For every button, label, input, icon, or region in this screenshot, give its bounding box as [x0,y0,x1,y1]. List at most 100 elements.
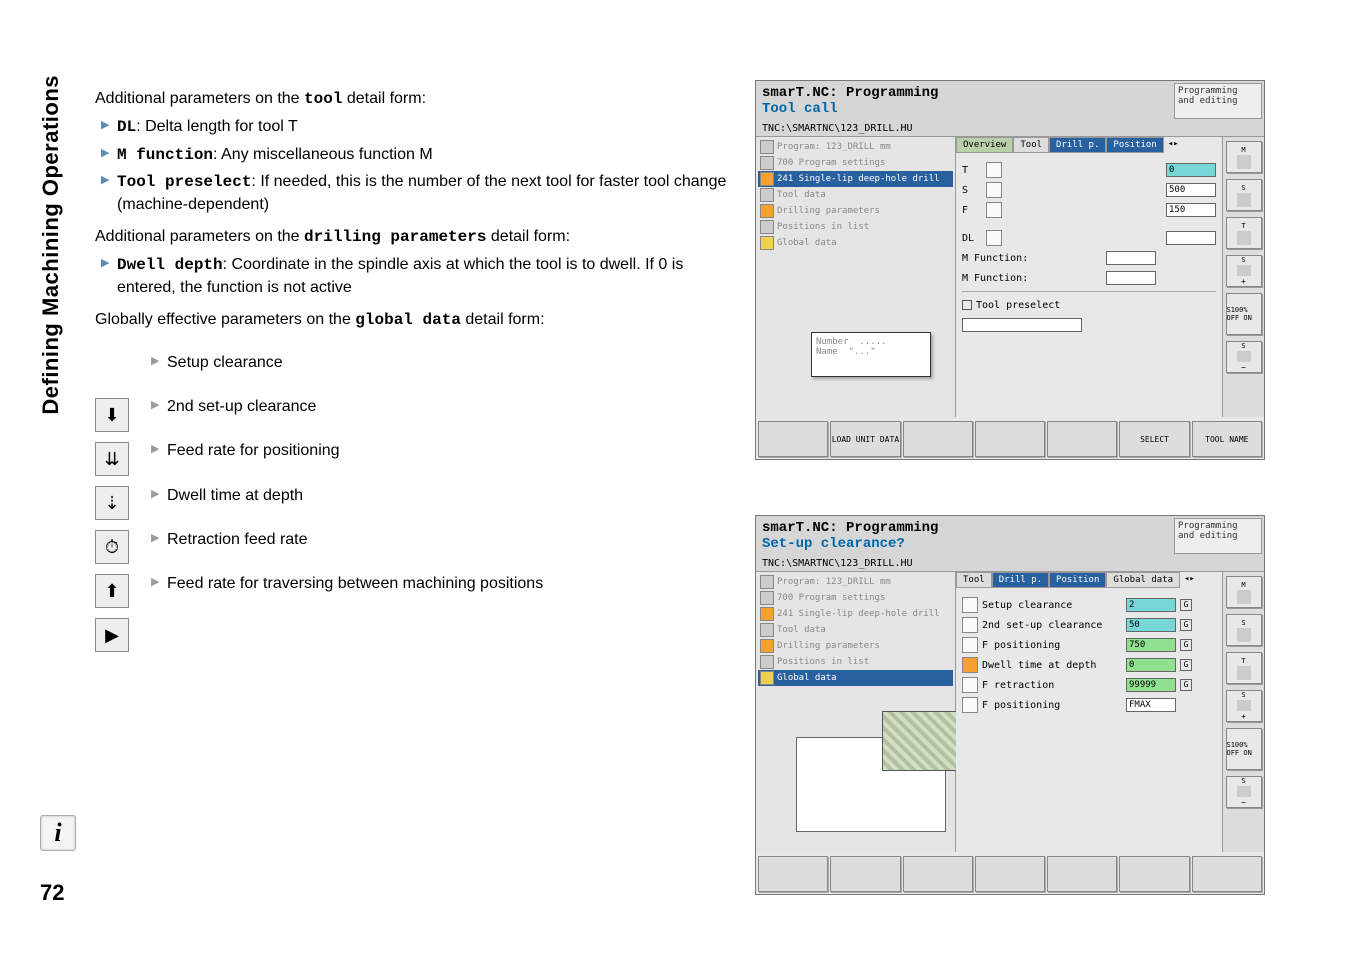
bottom-btn-4[interactable] [975,421,1045,457]
tab-tool[interactable]: Tool [1013,137,1049,153]
shot1-form: Overview Tool Drill p. Position ◂▸ T0 S5… [956,137,1222,417]
side2-t-button[interactable]: T [1226,652,1262,684]
form-row: F retraction 99999 G [962,676,1216,694]
param-label: 2nd set-up clearance [982,620,1122,631]
bottom2-btn-2[interactable] [830,856,900,892]
bottom-btn-1[interactable] [758,421,828,457]
bullet-global-traverse: Feed rate for traversing between machini… [145,573,735,595]
traverse-icon: ▶ [95,618,129,652]
tab-overview[interactable]: Overview [956,137,1013,153]
param-icon [962,657,978,673]
tab2-drillp[interactable]: Drill p. [992,572,1049,588]
form-row: F positioning FMAX [962,696,1216,714]
bottom-btn-load[interactable]: LOAD UNIT DATA [830,421,900,457]
icon-strip: ⬇ ⇊ ⇣ ⏱ ⬆ ▶ [95,398,135,662]
tab2-global[interactable]: Global data [1106,572,1180,588]
bottom-btn-3[interactable] [903,421,973,457]
bottom2-btn-6[interactable] [1119,856,1189,892]
bottom2-btn-4[interactable] [975,856,1045,892]
bottom2-btn-1[interactable] [758,856,828,892]
global-lock-icon[interactable]: G [1180,599,1192,611]
tab-position[interactable]: Position [1106,137,1163,153]
s-input[interactable]: 500 [1166,183,1216,197]
preselect-input[interactable] [962,318,1082,332]
bullet-global-retract: Retraction feed rate [145,529,735,551]
side-s100-button[interactable]: S100% OFF ON [1226,293,1262,335]
mfunc1-input[interactable] [1106,251,1156,265]
t-input[interactable]: 0 [1166,163,1216,177]
tab2-position[interactable]: Position [1049,572,1106,588]
screenshot-tool-call: smarT.NC: Programming Tool call Programm… [755,80,1265,460]
page-number: 72 [40,880,64,906]
side2-m-button[interactable]: M [1226,576,1262,608]
param-input[interactable]: 750 [1126,638,1176,652]
tab-drillp[interactable]: Drill p. [1049,137,1106,153]
mfunc2-input[interactable] [1106,271,1156,285]
shot2-status: Programming and editing [1174,518,1262,554]
side-s-button[interactable]: S [1226,179,1262,211]
global-lock-icon[interactable]: G [1180,619,1192,631]
side2-s100-button[interactable]: S100% OFF ON [1226,728,1262,770]
info-icon: i [40,815,76,851]
paragraph-intro-drilling: Additional parameters on the drilling pa… [95,226,735,248]
form-row: Dwell time at depth0G [962,656,1216,674]
side2-s3-button[interactable]: S− [1226,776,1262,808]
second-clearance-icon: ⇊ [95,442,129,476]
param-input[interactable]: 50 [1126,618,1176,632]
param-label: F positioning [982,700,1122,711]
tab-scroll-icon[interactable]: ◂▸ [1164,137,1183,153]
shot2-side-buttons: M S T S+ S100% OFF ON S− [1222,572,1264,852]
shot1-title2: Tool call [762,101,1166,117]
side2-s2-button[interactable]: S+ [1226,690,1262,722]
dwell-icon: ⏱ [95,530,129,564]
bottom2-btn-7[interactable] [1192,856,1262,892]
tab2-tool[interactable]: Tool [956,572,992,588]
paragraph-intro-tool: Additional parameters on the tool detail… [95,88,735,110]
side2-s-button[interactable]: S [1226,614,1262,646]
screenshot-setup-clearance: smarT.NC: Programming Set-up clearance? … [755,515,1265,895]
param-icon [962,617,978,633]
dl-input[interactable] [1166,231,1216,245]
bottom-btn-toolname[interactable]: TOOL NAME [1192,421,1262,457]
shot1-title1: smarT.NC: Programming [762,85,1166,101]
global-lock-icon[interactable]: G [1180,679,1192,691]
feed-positioning-icon: ⇣ [95,486,129,520]
bullet-global-setup: Setup clearance [145,352,735,374]
setup-clearance-icon: ⬇ [95,398,129,432]
param-label: Setup clearance [982,600,1122,611]
param-input[interactable]: 2 [1126,598,1176,612]
shot2-title2: Set-up clearance? [762,536,1166,552]
shot1-path: TNC:\SMARTNC\123_DRILL.HU [756,121,1264,137]
main-text-column: Additional parameters on the tool detail… [95,82,735,618]
bottom-btn-select[interactable]: SELECT [1119,421,1189,457]
bullet-mfunction: M function: Any miscellaneous function M [95,144,735,166]
side-m-button[interactable]: M [1226,141,1262,173]
shot1-tree[interactable]: Program: 123_DRILL mm 700 Program settin… [756,137,956,417]
side-s3-button[interactable]: S− [1226,341,1262,373]
bottom-btn-5[interactable] [1047,421,1117,457]
bottom2-btn-5[interactable] [1047,856,1117,892]
bullet-dl: DL: Delta length for tool T [95,116,735,138]
global-lock-icon[interactable]: G [1180,639,1192,651]
shot1-side-buttons: M S T S+ S100% OFF ON S− [1222,137,1264,417]
global-lock-icon[interactable]: G [1180,659,1192,671]
param-label: F positioning [982,640,1122,651]
param-icon [962,677,978,693]
side-t-button[interactable]: T [1226,217,1262,249]
form-row: F positioning 750 G [962,636,1216,654]
retraction-icon: ⬆ [95,574,129,608]
shot2-tree[interactable]: Program: 123_DRILL mm 700 Program settin… [756,572,956,852]
param-input[interactable]: 99999 [1126,678,1176,692]
bottom2-btn-3[interactable] [903,856,973,892]
tab2-scroll-icon[interactable]: ◂▸ [1180,572,1199,588]
param-label: F retraction [982,680,1122,691]
param-input[interactable]: 0 [1126,658,1176,672]
f-input[interactable]: 150 [1166,203,1216,217]
side-s2-button[interactable]: S+ [1226,255,1262,287]
shot2-path: TNC:\SMARTNC\123_DRILL.HU [756,556,1264,572]
param-icon [962,697,978,713]
preselect-checkbox[interactable] [962,300,972,310]
section-header-vertical: Defining Machining Operations [38,75,64,415]
paragraph-intro-global: Globally effective parameters on the glo… [95,309,735,331]
param-input[interactable]: FMAX [1126,698,1176,712]
